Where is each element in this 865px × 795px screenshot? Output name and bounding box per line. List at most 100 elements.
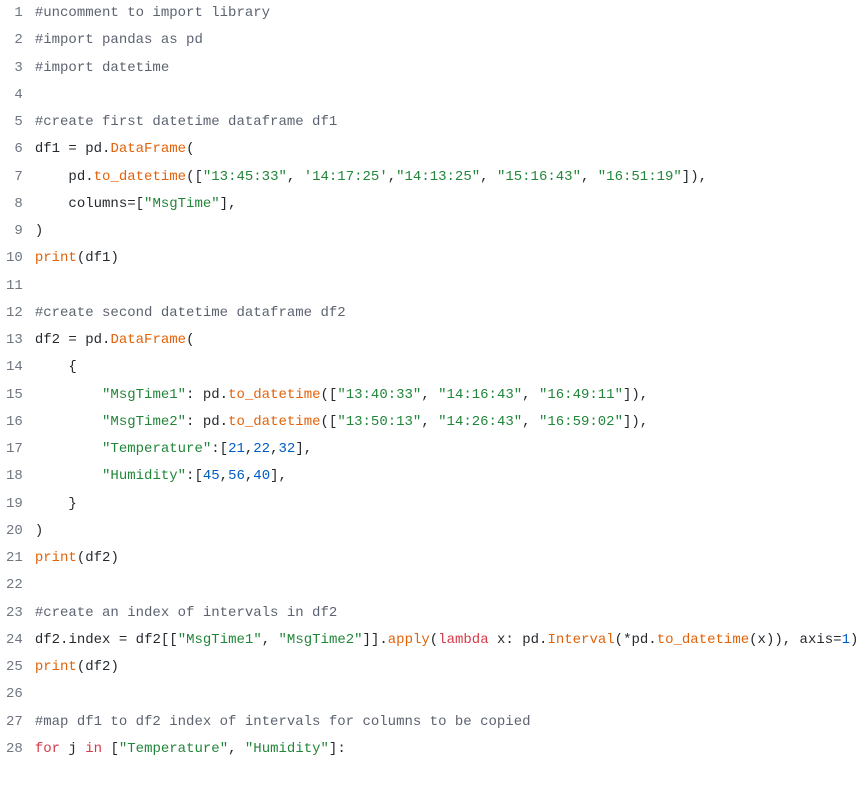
token-nm: pd — [85, 141, 102, 157]
line-number: 8 — [6, 191, 23, 218]
code-line[interactable]: df1 = pd.DataFrame( — [35, 136, 865, 163]
token-par: : — [186, 414, 203, 430]
token-fn: print — [35, 250, 77, 266]
token-op: = — [68, 332, 85, 348]
token-par: , — [581, 169, 598, 185]
code-line[interactable]: #uncomment to import library — [35, 0, 865, 27]
token-op: = — [127, 196, 135, 212]
token-par: ) — [35, 223, 43, 239]
code-line[interactable]: columns=["MsgTime"], — [35, 191, 865, 218]
line-number: 6 — [6, 136, 23, 163]
line-number: 23 — [6, 600, 23, 627]
code-line[interactable]: #import pandas as pd — [35, 27, 865, 54]
line-number: 21 — [6, 545, 23, 572]
token-fn: to_datetime — [94, 169, 186, 185]
token-par: [ — [136, 196, 144, 212]
token-nm: pd — [35, 169, 85, 185]
token-par: ([ — [321, 414, 338, 430]
code-line[interactable]: "Temperature":[21,22,32], — [35, 436, 865, 463]
token-nm: df2 — [35, 332, 69, 348]
code-line[interactable]: "Humidity":[45,56,40], — [35, 463, 865, 490]
code-line[interactable]: } — [35, 491, 865, 518]
line-number: 3 — [6, 55, 23, 82]
code-line[interactable] — [35, 82, 865, 109]
code-line[interactable]: for j in ["Temperature", "Humidity"]: — [35, 736, 865, 763]
code-line[interactable]: #import datetime — [35, 55, 865, 82]
code-line[interactable]: ) — [35, 518, 865, 545]
line-number: 11 — [6, 273, 23, 300]
token-par: , — [228, 741, 245, 757]
line-number: 27 — [6, 709, 23, 736]
code-line[interactable]: df2 = pd.DataFrame( — [35, 327, 865, 354]
token-par: )), — [766, 632, 800, 648]
token-str: '14:17:25' — [304, 169, 388, 185]
token-par: , — [421, 414, 438, 430]
token-nm — [35, 414, 102, 430]
token-par: : — [505, 632, 522, 648]
token-str: "Humidity" — [102, 468, 186, 484]
code-line[interactable]: "MsgTime1": pd.to_datetime(["13:40:33", … — [35, 382, 865, 409]
token-par: [[ — [161, 632, 178, 648]
token-par: ], — [270, 468, 287, 484]
code-editor[interactable]: 1234567891011121314151617181920212223242… — [0, 0, 865, 763]
token-cmt: #create an index of intervals in df2 — [35, 605, 337, 621]
code-line[interactable]: pd.to_datetime(["13:45:33", '14:17:25',"… — [35, 164, 865, 191]
token-nm: pd — [522, 632, 539, 648]
line-number: 13 — [6, 327, 23, 354]
code-line[interactable]: df2.index = df2[["MsgTime1", "MsgTime2"]… — [35, 627, 865, 654]
code-content[interactable]: #uncomment to import library#import pand… — [35, 0, 865, 763]
code-line[interactable]: "MsgTime2": pd.to_datetime(["13:50:13", … — [35, 409, 865, 436]
line-number: 1 — [6, 0, 23, 27]
token-par: , — [522, 387, 539, 403]
token-par: { — [35, 359, 77, 375]
line-number: 18 — [6, 463, 23, 490]
token-nm: pd — [631, 632, 648, 648]
code-line[interactable] — [35, 572, 865, 599]
code-line[interactable] — [35, 273, 865, 300]
line-number: 2 — [6, 27, 23, 54]
code-line[interactable]: #create an index of intervals in df2 — [35, 600, 865, 627]
token-fn: print — [35, 659, 77, 675]
token-str: "MsgTime1" — [178, 632, 262, 648]
line-number: 17 — [6, 436, 23, 463]
line-number: 15 — [6, 382, 23, 409]
token-par: ]), — [623, 414, 648, 430]
code-line[interactable] — [35, 681, 865, 708]
line-number: 14 — [6, 354, 23, 381]
token-par: ([ — [321, 387, 338, 403]
token-str: "Humidity" — [245, 741, 329, 757]
token-num: 21 — [228, 441, 245, 457]
token-str: "14:16:43" — [438, 387, 522, 403]
line-number: 25 — [6, 654, 23, 681]
code-line[interactable]: #map df1 to df2 index of intervals for c… — [35, 709, 865, 736]
token-par: , — [388, 169, 396, 185]
token-par: , — [262, 632, 279, 648]
token-op: = — [68, 141, 85, 157]
token-cmt: #import datetime — [35, 60, 169, 76]
token-op: . — [648, 632, 656, 648]
line-number: 4 — [6, 82, 23, 109]
code-line[interactable]: print(df2) — [35, 545, 865, 572]
code-line[interactable]: #create first datetime dataframe df1 — [35, 109, 865, 136]
token-par: ([ — [186, 169, 203, 185]
token-par: ) — [110, 250, 118, 266]
token-nm — [35, 441, 102, 457]
token-nm: df1 — [35, 141, 69, 157]
token-nm — [35, 468, 102, 484]
code-line[interactable]: { — [35, 354, 865, 381]
token-nm: pd — [203, 387, 220, 403]
token-par: ) — [850, 632, 858, 648]
token-fn: to_datetime — [657, 632, 749, 648]
line-number: 24 — [6, 627, 23, 654]
code-line[interactable]: ) — [35, 218, 865, 245]
token-fn: DataFrame — [110, 141, 186, 157]
token-fn: print — [35, 550, 77, 566]
token-par: , — [270, 441, 278, 457]
code-line[interactable]: print(df2) — [35, 654, 865, 681]
token-nm: axis — [800, 632, 834, 648]
token-par: ) — [35, 523, 43, 539]
code-line[interactable]: #create second datetime dataframe df2 — [35, 300, 865, 327]
token-nm: df2 — [85, 659, 110, 675]
code-line[interactable]: print(df1) — [35, 245, 865, 272]
token-fn: DataFrame — [110, 332, 186, 348]
